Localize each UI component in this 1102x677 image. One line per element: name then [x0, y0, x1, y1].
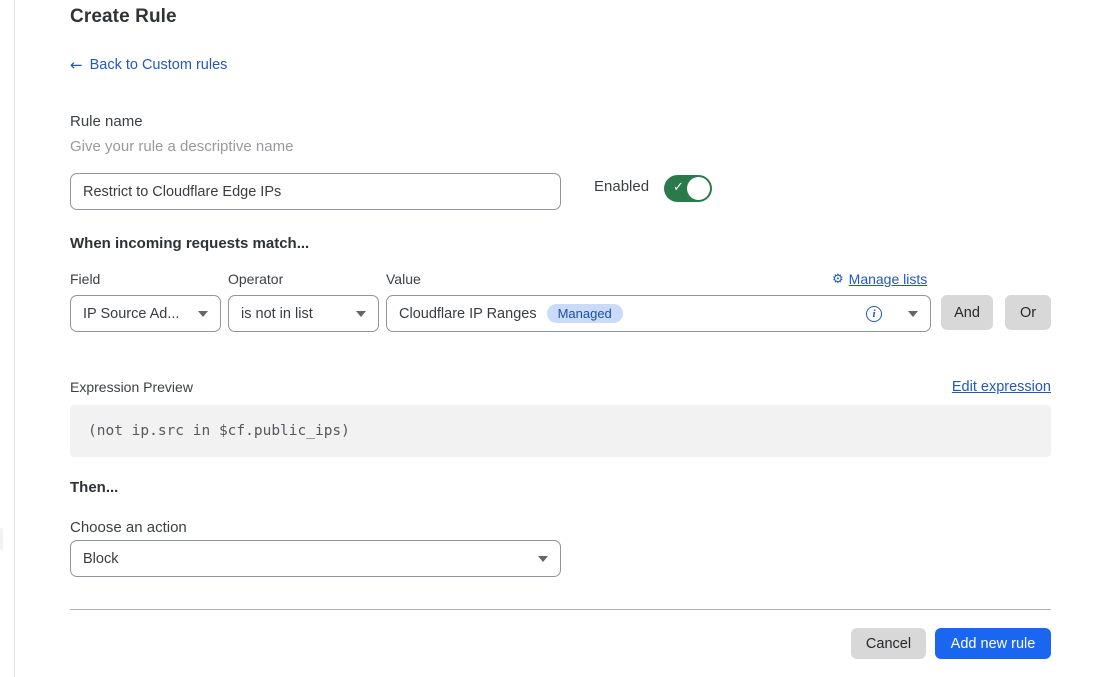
info-icon[interactable]: i — [866, 306, 882, 322]
managed-badge: Managed — [547, 304, 623, 323]
cancel-button[interactable]: Cancel — [851, 628, 926, 659]
scrollbar-thumb[interactable] — [0, 528, 3, 550]
field-select-value: IP Source Ad... — [83, 306, 179, 322]
page-left-divider — [14, 0, 15, 677]
rule-name-label: Rule name — [70, 113, 143, 130]
page-title: Create Rule — [70, 6, 177, 28]
chevron-down-icon — [198, 311, 208, 317]
rule-name-hint: Give your rule a descriptive name — [70, 138, 293, 155]
enabled-toggle[interactable]: ✓ — [664, 175, 712, 202]
action-select-value: Block — [83, 551, 118, 567]
expression-code: (not ip.src in $cf.public_ips) — [88, 423, 350, 439]
action-label: Choose an action — [70, 519, 187, 536]
value-select[interactable]: Cloudflare IP Ranges Managed i — [386, 295, 931, 332]
enabled-label: Enabled — [594, 178, 649, 195]
and-button[interactable]: And — [941, 295, 993, 330]
toggle-knob — [687, 177, 710, 200]
edit-expression-link[interactable]: Edit expression — [952, 379, 1051, 395]
action-select[interactable]: Block — [70, 540, 561, 577]
manage-lists-label: Manage lists — [849, 271, 928, 287]
back-link[interactable]: ← Back to Custom rules — [70, 56, 227, 74]
add-new-rule-button[interactable]: Add new rule — [935, 628, 1051, 659]
field-select[interactable]: IP Source Ad... — [70, 295, 221, 332]
gear-icon: ⚙ — [832, 272, 844, 287]
operator-label: Operator — [228, 271, 283, 287]
create-rule-page: Create Rule ← Back to Custom rules Rule … — [0, 0, 1102, 677]
operator-select-value: is not in list — [241, 306, 313, 322]
field-label: Field — [70, 271, 100, 287]
or-button[interactable]: Or — [1005, 295, 1051, 330]
chevron-down-icon — [908, 311, 918, 317]
check-icon: ✓ — [673, 180, 684, 195]
expression-preview-label: Expression Preview — [70, 379, 193, 395]
back-link-label: Back to Custom rules — [90, 57, 228, 73]
value-select-value: Cloudflare IP Ranges — [399, 306, 537, 322]
back-arrow-icon: ← — [70, 56, 83, 74]
chevron-down-icon — [538, 556, 548, 562]
value-label: Value — [386, 271, 421, 287]
operator-select[interactable]: is not in list — [228, 295, 379, 332]
chevron-down-icon — [356, 311, 366, 317]
then-heading: Then... — [70, 479, 118, 496]
rule-name-input[interactable] — [70, 173, 561, 210]
footer-divider — [70, 609, 1051, 610]
expression-preview-box: (not ip.src in $cf.public_ips) — [70, 405, 1051, 457]
match-heading: When incoming requests match... — [70, 235, 309, 252]
manage-lists-link[interactable]: ⚙ Manage lists — [832, 271, 930, 287]
